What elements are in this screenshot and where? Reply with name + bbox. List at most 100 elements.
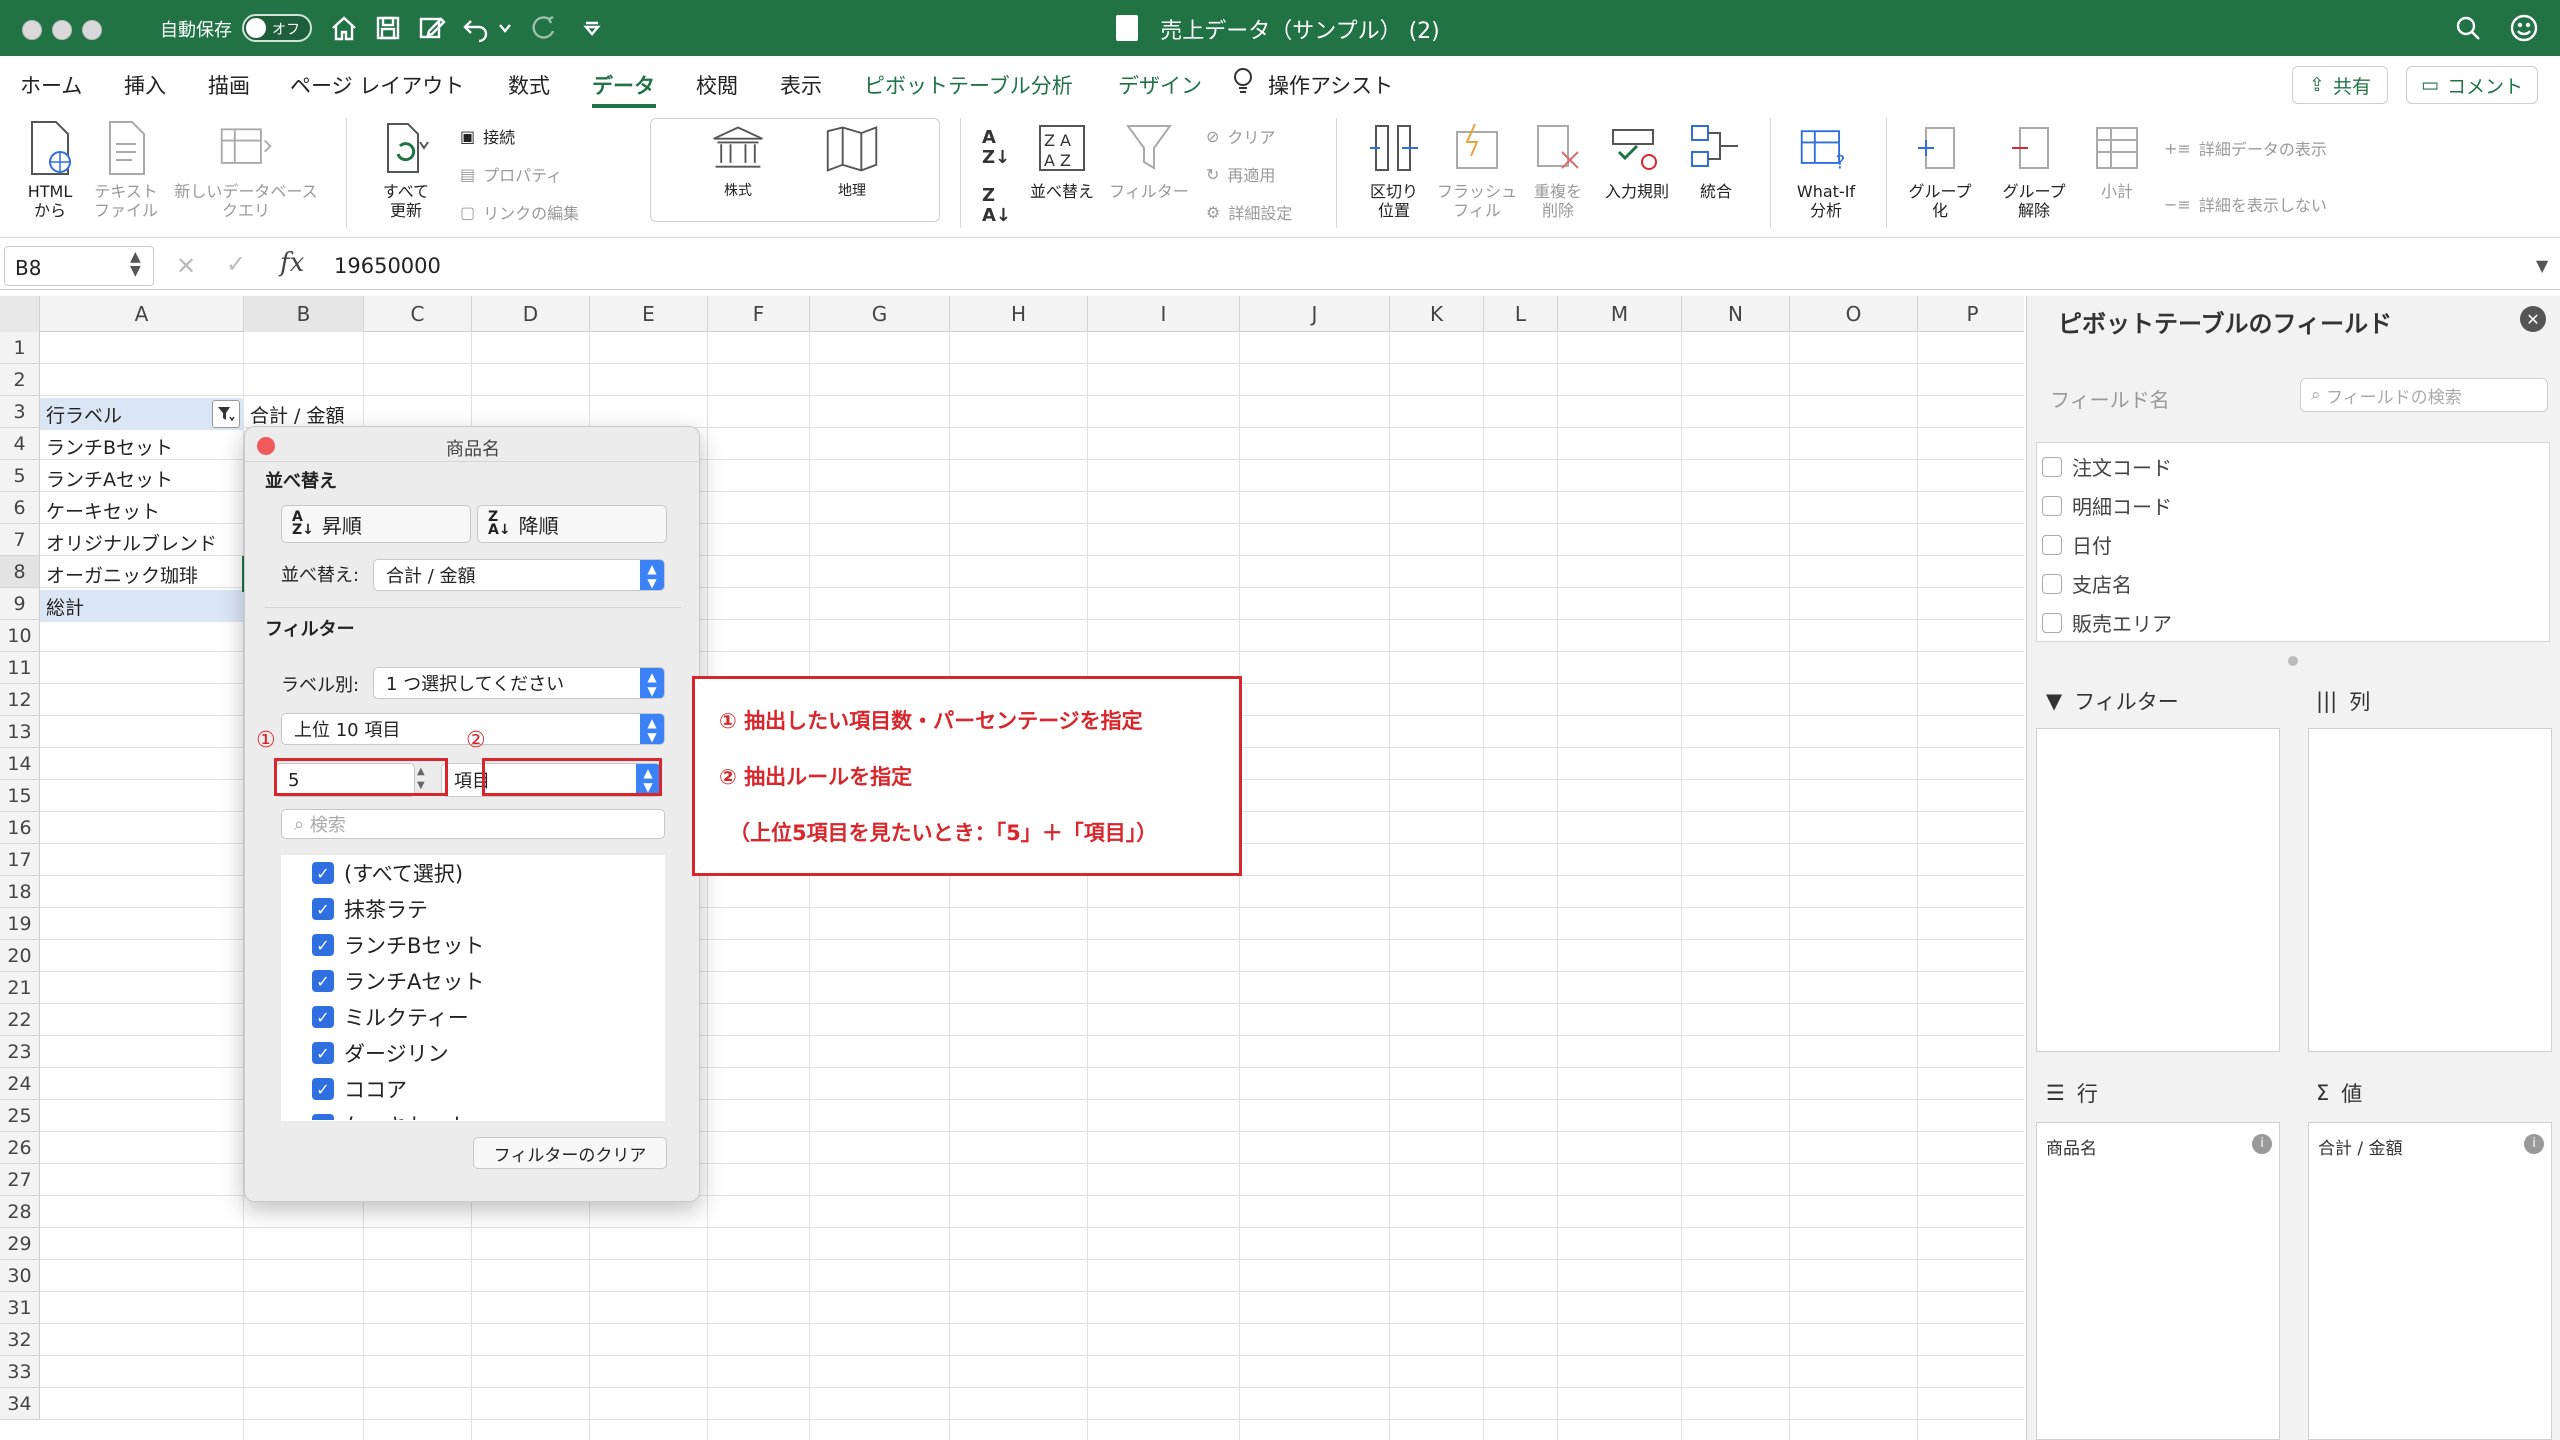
info-icon[interactable]: i [2524, 1134, 2544, 1154]
row-header[interactable]: 2 [0, 364, 40, 396]
tab-data[interactable]: データ [592, 70, 655, 100]
new-database-query-button[interactable]: 新しいデータベース クエリ [166, 120, 326, 220]
undo-icon[interactable] [458, 10, 494, 46]
list-item[interactable]: ✓ (すべて選択) [312, 858, 463, 888]
sort-ascending-button[interactable]: A Z↓ [982, 128, 1010, 168]
reapply-button[interactable]: ↻ 再適用 [1206, 162, 1275, 186]
values-drop-area[interactable] [2308, 1122, 2552, 1440]
select-all-corner[interactable] [0, 296, 40, 332]
list-item[interactable]: ✓ ミルクティー [312, 1002, 469, 1032]
label-filter-select[interactable]: 1 つ選択してください ▲ ▼ [373, 667, 665, 699]
field-item[interactable]: 注文コード [2042, 452, 2172, 481]
subtotal-button[interactable]: 小計 [2080, 120, 2154, 201]
filter-search-input[interactable]: ⌕ 検索 [281, 809, 665, 839]
column-header[interactable]: N [1682, 296, 1790, 332]
edit-icon[interactable] [414, 10, 450, 46]
checkbox[interactable] [2042, 495, 2062, 516]
flash-fill-button[interactable]: フラッシュ フィル [1432, 120, 1522, 220]
row-header[interactable]: 16 [0, 812, 40, 844]
column-header[interactable]: K [1390, 296, 1484, 332]
sort-descending-button[interactable]: Z A↓ [982, 186, 1011, 226]
row-header[interactable]: 32 [0, 1324, 40, 1356]
data-validation-button[interactable]: 入力規則 [1594, 120, 1680, 201]
list-item-clipped[interactable]: ✓ ケーキセット [310, 1110, 670, 1120]
row-label-cell[interactable]: オーガニック珈琲 [40, 558, 198, 590]
column-header[interactable]: B [244, 296, 364, 332]
stocks-button[interactable]: 株式 [698, 120, 778, 201]
connections-button[interactable]: ▣ 接続 [460, 124, 515, 148]
row-header[interactable]: 8 [0, 556, 40, 588]
search-icon[interactable] [2450, 10, 2486, 46]
row-header[interactable]: 18 [0, 876, 40, 908]
row-header[interactable]: 29 [0, 1228, 40, 1260]
hide-detail-button[interactable]: −≡ 詳細を表示しない [2164, 192, 2327, 216]
info-icon[interactable]: i [2252, 1134, 2272, 1154]
from-text-button[interactable]: テキスト ファイル [86, 120, 166, 220]
row-header[interactable]: 19 [0, 908, 40, 940]
row-header[interactable]: 25 [0, 1100, 40, 1132]
row-header[interactable]: 22 [0, 1004, 40, 1036]
smiley-icon[interactable] [2506, 10, 2542, 46]
field-item[interactable]: 販売エリア [2042, 608, 2172, 637]
row-header[interactable]: 17 [0, 844, 40, 876]
tab-home[interactable]: ホーム [20, 70, 82, 100]
list-item[interactable]: ✓ ダージリン [312, 1038, 449, 1068]
redo-icon[interactable] [526, 10, 562, 46]
row-header[interactable]: 13 [0, 716, 40, 748]
formula-input[interactable]: 19650000 [334, 254, 441, 278]
clear-filter-button[interactable]: フィルターのクリア [473, 1137, 667, 1169]
row-header[interactable]: 21 [0, 972, 40, 1004]
remove-duplicates-button[interactable]: 重複を 削除 [1522, 120, 1594, 220]
tab-tell-me[interactable]: 操作アシスト [1268, 70, 1393, 100]
minimize-window-button[interactable] [52, 20, 72, 40]
advanced-filter-button[interactable]: ⚙ 詳細設定 [1206, 200, 1292, 224]
name-box-stepper[interactable]: ▲ ▼ [130, 250, 141, 278]
row-header[interactable]: 33 [0, 1356, 40, 1388]
row-header[interactable]: 30 [0, 1260, 40, 1292]
row-header[interactable]: 24 [0, 1068, 40, 1100]
column-header[interactable]: G [810, 296, 950, 332]
close-window-button[interactable] [22, 20, 42, 40]
column-header[interactable]: J [1240, 296, 1390, 332]
grand-total-label[interactable]: 総計 [40, 590, 84, 622]
row-label-cell[interactable]: ランチAセット [40, 462, 173, 494]
filters-drop-area[interactable] [2036, 728, 2280, 1052]
text-to-columns-button[interactable]: 区切り 位置 [1354, 120, 1434, 220]
row-header[interactable]: 34 [0, 1388, 40, 1420]
geography-button[interactable]: 地理 [812, 120, 892, 201]
column-header[interactable]: O [1790, 296, 1918, 332]
row-header[interactable]: 27 [0, 1164, 40, 1196]
tab-draw[interactable]: 描画 [208, 70, 250, 100]
list-item[interactable]: ✓ ランチBセット [312, 930, 484, 960]
tab-insert[interactable]: 挿入 [124, 70, 166, 100]
clear-filter-button[interactable]: ⊘ クリア [1206, 124, 1275, 148]
columns-drop-area[interactable] [2308, 728, 2552, 1052]
row-header[interactable]: 12 [0, 684, 40, 716]
row-header[interactable]: 31 [0, 1292, 40, 1324]
cancel-icon[interactable]: ✕ [176, 252, 196, 280]
column-header[interactable]: P [1918, 296, 2028, 332]
consolidate-button[interactable]: 統合 [1680, 120, 1752, 201]
tab-view[interactable]: 表示 [780, 70, 822, 100]
row-header[interactable]: 10 [0, 620, 40, 652]
sort-ascending-button[interactable]: A Z↓ 昇順 [281, 505, 471, 543]
row-label-cell[interactable]: ケーキセット [40, 494, 160, 526]
sort-by-select[interactable]: 合計 / 金額 ▲ ▼ [373, 559, 665, 591]
list-item[interactable]: ✓ 抹茶ラテ [312, 894, 428, 924]
customize-toolbar-icon[interactable] [574, 10, 610, 46]
value-field-chip[interactable]: 合計 / 金額 i [2318, 1134, 2544, 1159]
show-detail-button[interactable]: +≡ 詳細データの表示 [2164, 136, 2327, 160]
sort-descending-button[interactable]: Z A↓ 降順 [477, 505, 667, 543]
row-field-chip[interactable]: 商品名 i [2046, 1134, 2272, 1159]
expand-formula-icon[interactable]: ▼ [2536, 256, 2548, 275]
properties-button[interactable]: ▤ プロパティ [460, 162, 562, 186]
column-header[interactable]: M [1558, 296, 1682, 332]
enter-icon[interactable]: ✓ [226, 250, 246, 278]
row-header[interactable]: 23 [0, 1036, 40, 1068]
save-icon[interactable] [370, 10, 406, 46]
row-header[interactable]: 6 [0, 492, 40, 524]
list-item[interactable]: ✓ ランチAセット [312, 966, 484, 996]
row-header[interactable]: 1 [0, 332, 40, 364]
tab-design[interactable]: デザイン [1118, 70, 1202, 100]
autosave-toggle[interactable]: オフ [242, 14, 312, 42]
